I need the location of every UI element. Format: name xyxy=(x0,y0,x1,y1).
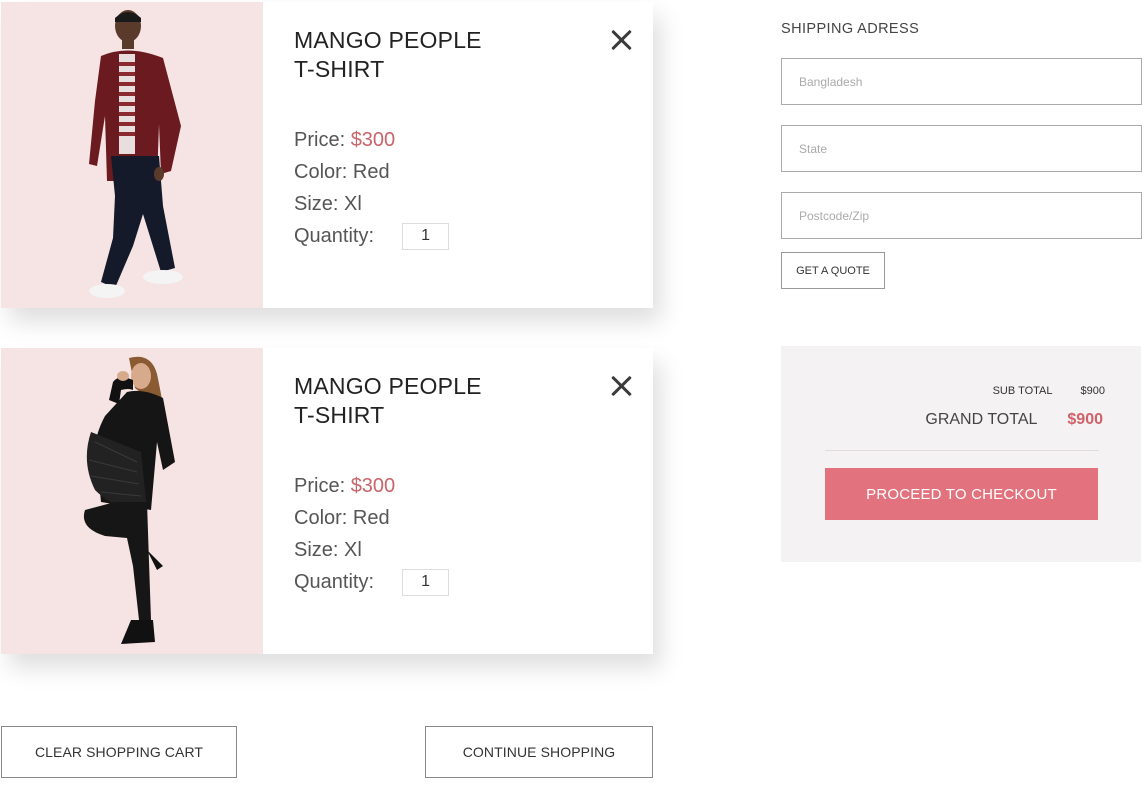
remove-item-icon[interactable] xyxy=(609,374,633,398)
proceed-to-checkout-button[interactable]: PROCEED TO CHECKOUT xyxy=(825,468,1098,520)
quantity-row: Quantity: xyxy=(294,220,653,252)
remove-item-icon[interactable] xyxy=(609,28,633,52)
summary-divider xyxy=(825,450,1099,451)
price-row: Price: $300 xyxy=(294,124,653,156)
product-title-line: T-SHIRT xyxy=(294,56,385,82)
grand-total-row: GRAND TOTAL $900 xyxy=(925,411,1103,429)
color-label: Color: Red xyxy=(294,507,390,529)
state-field[interactable] xyxy=(781,125,1142,172)
product-title-line: MANGO PEOPLE xyxy=(294,373,482,399)
price-row: Price: $300 xyxy=(294,470,653,502)
price-value: $300 xyxy=(350,475,396,497)
product-title: MANGO PEOPLE T-SHIRT xyxy=(294,26,514,84)
product-info: MANGO PEOPLE T-SHIRT Price: $300 Color: … xyxy=(263,348,653,654)
cart-item: MANGO PEOPLE T-SHIRT Price: $300 Color: … xyxy=(1,348,653,654)
subtotal-value: $900 xyxy=(1080,385,1105,397)
grand-total-value: $900 xyxy=(1067,411,1103,428)
zip-field[interactable] xyxy=(781,192,1142,239)
cart-item: MANGO PEOPLE T-SHIRT Price: $300 Color: … xyxy=(1,2,653,308)
order-summary: SUB TOTAL $900 GRAND TOTAL $900 PROCEED … xyxy=(781,346,1141,562)
product-image xyxy=(1,348,263,654)
product-title: MANGO PEOPLE T-SHIRT xyxy=(294,372,514,430)
female-model-figure xyxy=(83,356,175,644)
quantity-label: Quantity: xyxy=(294,571,375,593)
quantity-row: Quantity: xyxy=(294,566,653,598)
subtotal-label: SUB TOTAL xyxy=(992,385,1053,397)
product-info: MANGO PEOPLE T-SHIRT Price: $300 Color: … xyxy=(263,2,653,308)
continue-shopping-button[interactable]: CONTINUE SHOPPING xyxy=(425,726,653,778)
quantity-label: Quantity: xyxy=(294,225,375,247)
product-image xyxy=(1,2,263,308)
color-label: Color: Red xyxy=(294,161,390,183)
product-title-line: MANGO PEOPLE xyxy=(294,27,482,53)
product-properties: Price: $300 Color: Red Size: Xl Quantity… xyxy=(294,124,653,252)
quantity-input[interactable] xyxy=(402,222,450,250)
clear-cart-button[interactable]: CLEAR SHOPPING CART xyxy=(1,726,237,778)
get-quote-button[interactable]: GET A QUOTE xyxy=(781,252,885,289)
size-label: Size: Xl xyxy=(294,539,362,561)
price-label: Price: xyxy=(294,129,346,151)
product-title-line: T-SHIRT xyxy=(294,402,385,428)
grand-total-label: GRAND TOTAL xyxy=(925,411,1038,428)
price-value: $300 xyxy=(350,129,396,151)
male-model-figure xyxy=(89,10,183,298)
shipping-title: SHIPPING ADRESS xyxy=(781,21,920,37)
product-properties: Price: $300 Color: Red Size: Xl Quantity… xyxy=(294,470,653,598)
quantity-input[interactable] xyxy=(402,568,450,596)
subtotal-row: SUB TOTAL $900 xyxy=(993,385,1105,397)
size-label: Size: Xl xyxy=(294,193,362,215)
price-label: Price: xyxy=(294,475,346,497)
country-field[interactable] xyxy=(781,58,1142,105)
